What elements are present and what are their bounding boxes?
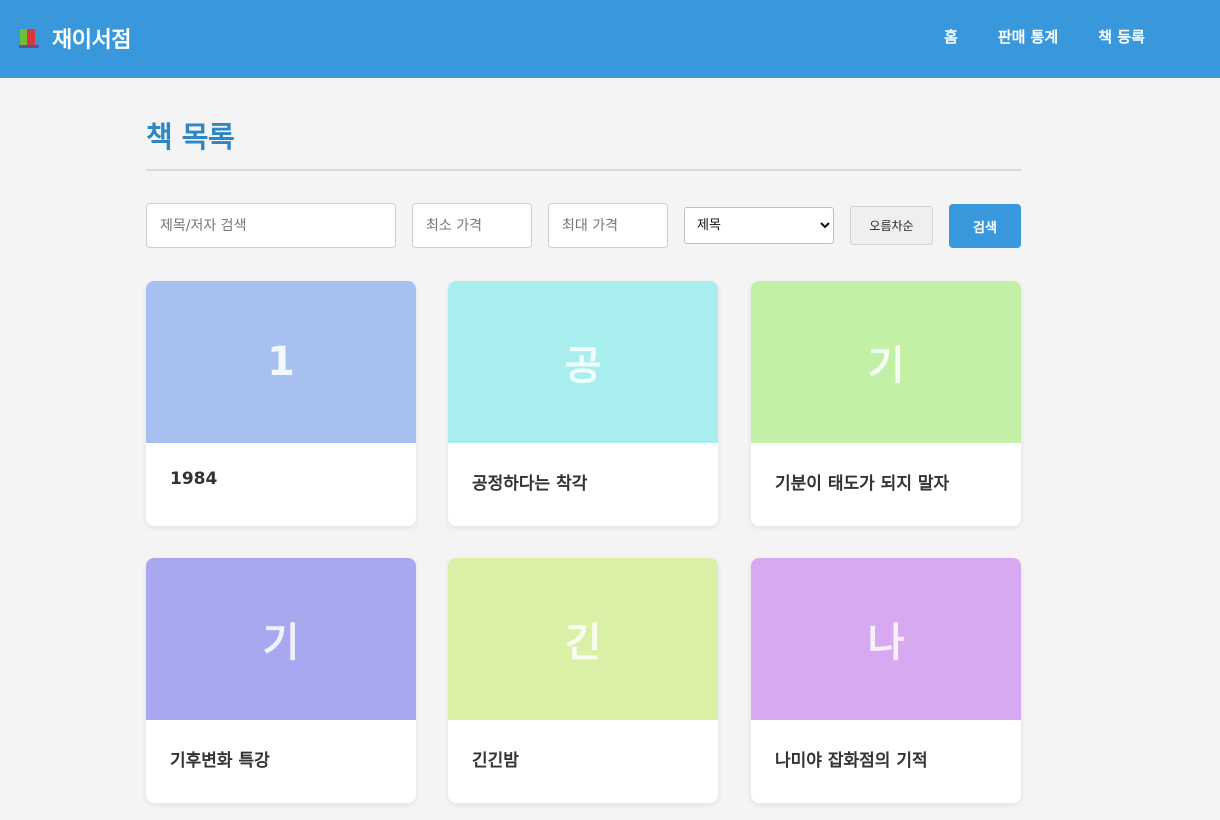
main-nav: 홈 판매 통계 책 등록: [944, 26, 1145, 47]
nav-home-link[interactable]: 홈: [944, 26, 958, 47]
book-cover-initial: 공: [564, 343, 602, 389]
book-card[interactable]: 긴 긴긴밤: [448, 558, 718, 803]
book-title: 1984: [170, 469, 218, 489]
book-cover-initial: 기: [867, 343, 905, 389]
min-price-input[interactable]: [412, 203, 532, 248]
book-title: 기분이 태도가 되지 말자: [775, 474, 950, 494]
books-icon: [19, 27, 39, 49]
nav-add-book-link[interactable]: 책 등록: [1098, 26, 1145, 47]
book-cover: 공: [448, 281, 718, 443]
title-divider: [146, 169, 1021, 171]
book-cover: 기: [751, 281, 1021, 443]
book-cover-initial: 1: [267, 339, 295, 385]
book-card[interactable]: 공 공정하다는 착각: [448, 281, 718, 526]
book-card[interactable]: 나 나미야 잡화점의 기적: [751, 558, 1021, 803]
search-button[interactable]: 검색: [949, 204, 1021, 248]
book-card[interactable]: 기 기분이 태도가 되지 말자: [751, 281, 1021, 526]
page-title: 책 목록: [146, 120, 235, 154]
search-input[interactable]: [146, 203, 396, 248]
book-cover: 기: [146, 558, 416, 720]
book-title: 기후변화 특강: [170, 751, 270, 771]
nav-sales-stats-link[interactable]: 판매 통계: [998, 26, 1058, 47]
sort-field-select[interactable]: 제목: [684, 207, 834, 244]
book-cover-initial: 기: [262, 620, 300, 666]
book-cover: 긴: [448, 558, 718, 720]
book-title: 공정하다는 착각: [472, 474, 588, 494]
book-card[interactable]: 1 1984: [146, 281, 416, 526]
book-card[interactable]: 기 기후변화 특강: [146, 558, 416, 803]
book-cover: 나: [751, 558, 1021, 720]
brand-link[interactable]: 재이서점: [19, 22, 131, 54]
max-price-input[interactable]: [548, 203, 668, 248]
brand-name: 재이서점: [52, 28, 131, 53]
book-cover: 1: [146, 281, 416, 443]
book-cover-initial: 긴: [564, 620, 602, 666]
book-cover-initial: 나: [867, 620, 905, 666]
book-title: 나미야 잡화점의 기적: [775, 751, 928, 771]
top-navbar: 재이서점 홈 판매 통계 책 등록: [0, 0, 1220, 78]
book-title: 긴긴밤: [472, 751, 519, 771]
sort-order-toggle-button[interactable]: 오름차순: [850, 206, 933, 245]
